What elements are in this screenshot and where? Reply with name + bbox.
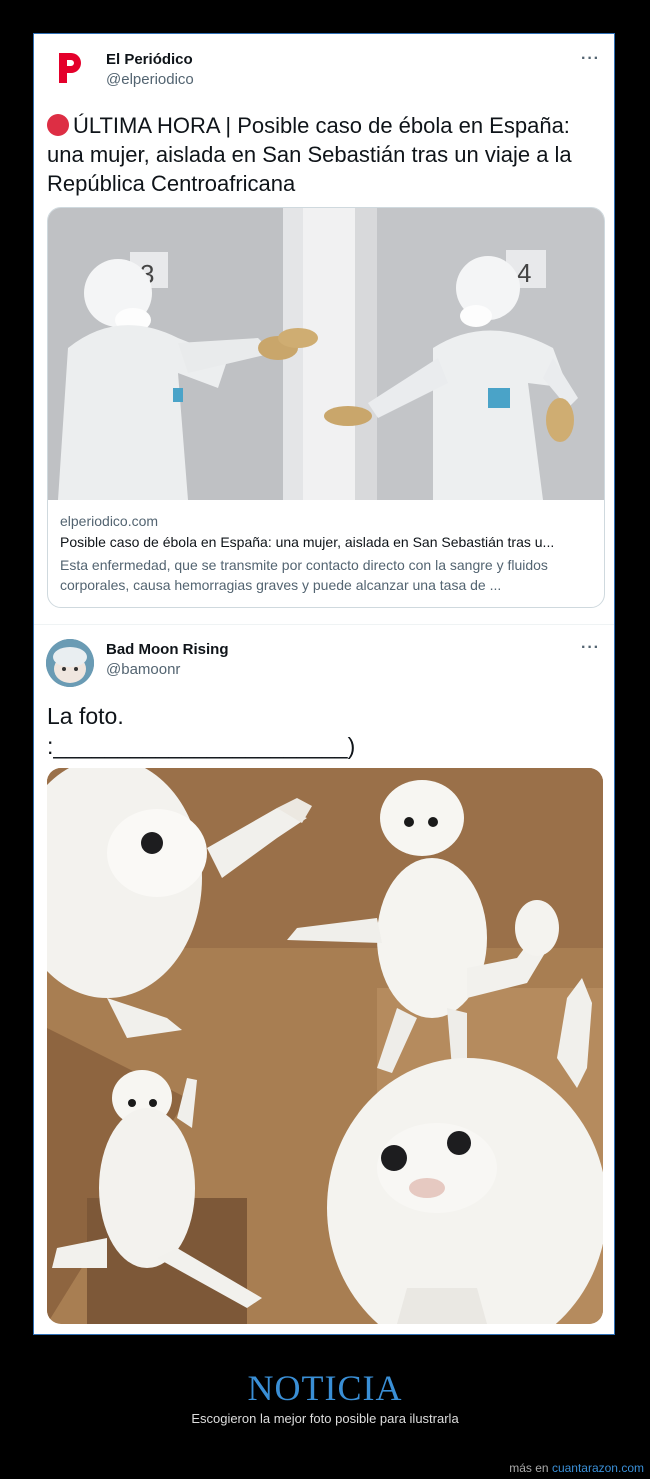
author-name[interactable]: El Periódico <box>106 51 193 68</box>
author-handle[interactable]: @elperiodico <box>106 71 194 88</box>
site-footer: más en cuantarazon.com <box>509 1461 644 1475</box>
author-handle[interactable]: @bamoonr <box>106 661 180 678</box>
tweet-text: La foto. :_______________________) <box>47 703 356 759</box>
tweet-text: ÚLTIMA HORA | Posible caso de ébola en E… <box>47 113 572 196</box>
tweet-bamoonr[interactable]: Bad Moon Rising @bamoonr ··· La foto. :_… <box>34 624 614 1334</box>
bamoonr-avatar[interactable] <box>46 639 94 687</box>
author-name[interactable]: Bad Moon Rising <box>106 641 229 658</box>
card-title[interactable]: Posible caso de ébola en España: una muj… <box>60 534 590 550</box>
card-description: Esta enfermedad, que se transmite por co… <box>60 557 548 593</box>
tweet-elperiodico[interactable]: El Periódico @elperiodico ··· ÚLTIMA HOR… <box>34 34 614 624</box>
card-domain[interactable]: elperiodico.com <box>60 513 158 529</box>
more-options-icon[interactable]: ··· <box>581 639 600 657</box>
meme-frame: El Periódico @elperiodico ··· ÚLTIMA HOR… <box>33 33 615 1335</box>
card-image-hazmat-workers[interactable]: 3 4 <box>48 208 604 500</box>
caption-subtitle: Escogieron la mejor foto posible para il… <box>191 1411 459 1426</box>
persian-cat-room-guardian-photo[interactable] <box>47 768 603 1324</box>
footer-site-link[interactable]: cuantarazon.com <box>552 1461 644 1475</box>
elperiodico-logo-avatar[interactable] <box>50 50 86 86</box>
caption-title: NOTICIA <box>247 1368 403 1408</box>
link-card[interactable]: 3 4 elperiodico.com Posible caso de ébol… <box>47 207 605 608</box>
footer-prefix: más en <box>509 1461 549 1475</box>
more-options-icon[interactable]: ··· <box>581 50 600 68</box>
red-circle-icon <box>47 114 69 136</box>
